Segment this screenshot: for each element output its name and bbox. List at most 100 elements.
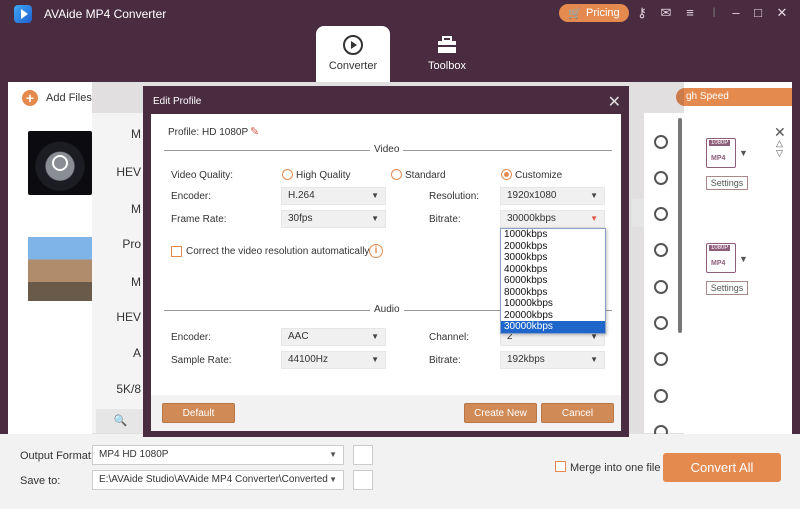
radio-customize[interactable] xyxy=(501,169,512,180)
standard-label: Standard xyxy=(405,170,446,181)
audio-section-label: Audio xyxy=(370,304,404,315)
profile-list-item[interactable]: HEV xyxy=(92,310,145,324)
save-to-path[interactable]: E:\AVAide Studio\AVAide MP4 Converter\Co… xyxy=(92,470,344,490)
create-new-button[interactable]: Create New xyxy=(464,403,537,423)
video-thumbnail-1[interactable] xyxy=(28,131,92,195)
output-settings-icon[interactable] xyxy=(353,445,373,465)
dialog-footer: Default Create New Cancel xyxy=(151,395,621,431)
correct-resolution-label: Correct the video resolution automatical… xyxy=(186,246,372,257)
cancel-button[interactable]: Cancel xyxy=(541,403,614,423)
info-icon[interactable]: i xyxy=(369,244,383,258)
search-icon[interactable]: 🔍 xyxy=(96,409,145,433)
converter-icon xyxy=(343,35,363,55)
key-icon[interactable]: ⚷ xyxy=(634,5,650,21)
add-files-button[interactable]: + Add Files xyxy=(22,90,92,106)
chevron-down-icon: ▼ xyxy=(590,355,598,364)
format-tag: 1080P xyxy=(709,245,731,251)
profile-name: HD 1080P xyxy=(202,127,249,138)
gear-icon[interactable] xyxy=(654,280,668,294)
gear-icon[interactable] xyxy=(654,316,668,330)
frame-rate-select[interactable]: 30fps ▼ xyxy=(281,210,386,228)
chevron-down-icon: ▼ xyxy=(371,332,379,341)
correct-resolution-checkbox[interactable] xyxy=(171,246,182,257)
sample-rate-select[interactable]: 44100Hz ▼ xyxy=(281,351,386,369)
high-speed-conversion-button[interactable]: gh Speed Conversion xyxy=(676,88,792,120)
gear-icon[interactable] xyxy=(654,352,668,366)
resolution-value: 1920x1080 xyxy=(507,190,557,201)
bitrate-option[interactable]: 10000kbps xyxy=(501,298,605,310)
format-badge-1[interactable]: 1080P MP4 xyxy=(706,138,736,168)
tab-converter[interactable]: Converter xyxy=(316,26,390,82)
gear-icon[interactable] xyxy=(654,243,668,257)
chevron-down-icon: ▼ xyxy=(329,475,337,484)
profile-list-item[interactable]: M xyxy=(92,275,145,289)
toolbox-icon xyxy=(438,36,456,53)
convert-all-button[interactable]: Convert All xyxy=(663,453,781,482)
chevron-down-icon: ▼ xyxy=(371,355,379,364)
chevron-down-icon: ▼ xyxy=(590,214,598,223)
audio-bitrate-value: 192kbps xyxy=(507,354,545,365)
bitrate-dropdown-list: 1000kbps 2000kbps 3000kbps 4000kbps 6000… xyxy=(500,228,606,334)
profile-list-item[interactable]: 5K/8 xyxy=(92,382,145,396)
encoder-select[interactable]: H.264 ▼ xyxy=(281,187,386,205)
frame-rate-value: 30fps xyxy=(288,213,313,224)
edit-pencil-icon[interactable]: ✎ xyxy=(250,125,259,138)
play-icon[interactable] xyxy=(52,155,68,171)
bitrate-option[interactable]: 1000kbps xyxy=(501,229,605,241)
app-title: AVAide MP4 Converter xyxy=(44,7,167,21)
close-icon[interactable]: ✕ xyxy=(608,92,621,112)
radio-standard[interactable] xyxy=(391,169,402,180)
audio-bitrate-select[interactable]: 192kbps ▼ xyxy=(500,351,605,369)
profile-list-item[interactable]: HEV xyxy=(92,165,145,179)
gear-icon[interactable] xyxy=(654,171,668,185)
move-down-icon[interactable]: ▽ xyxy=(776,148,783,159)
tab-toolbox[interactable]: Toolbox xyxy=(410,26,484,82)
add-files-label: Add Files xyxy=(46,92,92,104)
pricing-button[interactable]: 🛒 Pricing xyxy=(559,4,629,22)
radio-high-quality[interactable] xyxy=(282,169,293,180)
merge-checkbox[interactable] xyxy=(555,461,566,472)
bitrate-option[interactable]: 20000kbps xyxy=(501,310,605,322)
gear-icon[interactable] xyxy=(654,389,668,403)
encoder-value: H.264 xyxy=(288,190,315,201)
resolution-select[interactable]: 1920x1080 ▼ xyxy=(500,187,605,205)
maximize-icon[interactable]: □ xyxy=(750,5,766,21)
bitrate-option[interactable]: 8000kbps xyxy=(501,287,605,299)
open-folder-icon[interactable] xyxy=(353,470,373,490)
profile-list-item[interactable]: Pro xyxy=(92,237,145,251)
chevron-down-icon[interactable]: ▼ xyxy=(739,148,748,158)
format-badge-2[interactable]: 1080P MP4 xyxy=(706,243,736,273)
cart-icon: 🛒 xyxy=(568,7,583,20)
output-format-select[interactable]: MP4 HD 1080P ▼ xyxy=(92,445,344,465)
feedback-icon[interactable]: ✉ xyxy=(658,5,674,21)
pricing-label: Pricing xyxy=(586,7,620,19)
gear-icon[interactable] xyxy=(654,135,668,149)
minimize-icon[interactable]: – xyxy=(728,5,744,21)
bitrate-option[interactable]: 3000kbps xyxy=(501,252,605,264)
chevron-down-icon[interactable]: ▼ xyxy=(739,254,748,264)
sample-rate-label: Sample Rate: xyxy=(171,355,232,366)
profile-list-scrollbar[interactable] xyxy=(678,118,682,333)
video-thumbnail-2[interactable] xyxy=(28,237,92,301)
profile-list-item[interactable]: M xyxy=(92,202,145,216)
format-label: MP4 xyxy=(711,155,726,162)
bitrate-option-selected[interactable]: 30000kbps xyxy=(501,321,605,333)
bitrate-option[interactable]: 6000kbps xyxy=(501,275,605,287)
menu-icon[interactable]: ≡ xyxy=(682,5,698,21)
settings-button-1[interactable]: Settings xyxy=(706,176,748,190)
profile-list-item[interactable]: A xyxy=(92,346,145,360)
output-format-label: Output Format: xyxy=(20,450,94,462)
close-window-icon[interactable]: ✕ xyxy=(774,5,790,21)
default-button[interactable]: Default xyxy=(162,403,235,423)
gear-icon[interactable] xyxy=(654,207,668,221)
bitrate-option[interactable]: 2000kbps xyxy=(501,241,605,253)
chevron-down-icon: ▼ xyxy=(371,214,379,223)
bitrate-option[interactable]: 4000kbps xyxy=(501,264,605,276)
profile-list-item[interactable]: M xyxy=(92,127,145,141)
save-to-value: E:\AVAide Studio\AVAide MP4 Converter\Co… xyxy=(99,474,328,485)
settings-button-2[interactable]: Settings xyxy=(706,281,748,295)
bitrate-select[interactable]: 30000kbps ▼ xyxy=(500,210,605,228)
audio-encoder-select[interactable]: AAC ▼ xyxy=(281,328,386,346)
output-format-value: MP4 HD 1080P xyxy=(99,449,169,460)
frame-rate-label: Frame Rate: xyxy=(171,214,227,225)
